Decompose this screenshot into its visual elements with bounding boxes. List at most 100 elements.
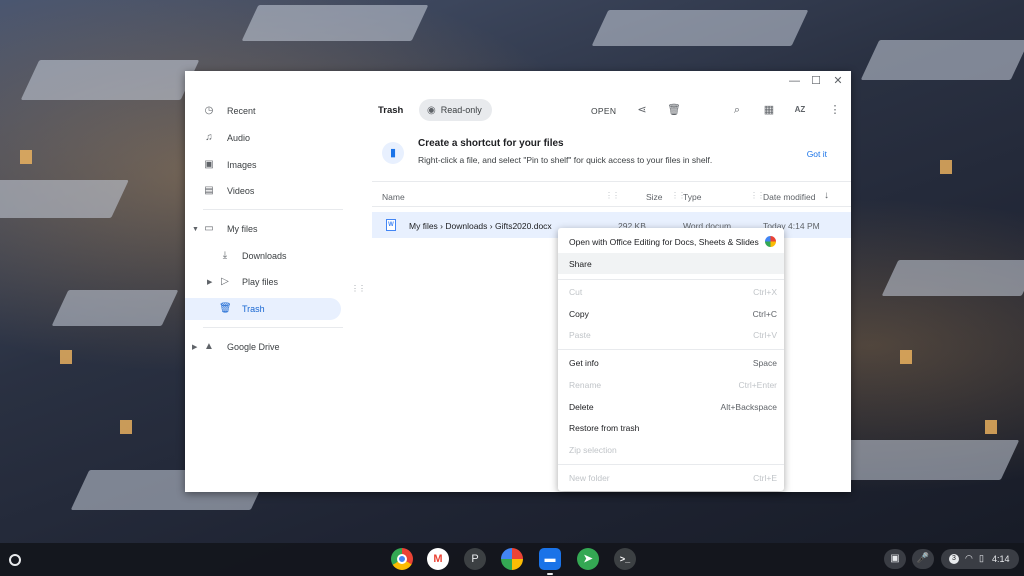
got-it-button[interactable]: Got it <box>807 149 827 159</box>
sidebar: ◷ Recent ♫ Audio ▣ Images ▤ Videos ▼ ▭ M… <box>185 97 345 492</box>
sidebar-item-label: My files <box>227 224 258 234</box>
menu-item-rename: Rename Ctrl+Enter <box>558 374 784 395</box>
send-icon[interactable]: ➤ <box>577 548 599 570</box>
profile-app-icon[interactable]: P <box>464 548 486 570</box>
sort-icon[interactable]: AZ <box>792 102 808 118</box>
chevron-right-icon[interactable]: ▶ <box>207 278 212 286</box>
shelf: M P ▬ ➤ >_ ▣ 🎤 3 ◠ ▯ 4:14 <box>0 543 1024 576</box>
column-header-date[interactable]: Date modified <box>763 192 815 202</box>
sidebar-item-label: Play files <box>242 277 279 287</box>
sidebar-item-recent[interactable]: ◷ Recent <box>185 100 341 122</box>
sidebar-resize-handle[interactable]: ⋮⋮ <box>351 285 366 293</box>
menu-item-shortcut: Alt+Backspace <box>720 402 777 412</box>
sidebar-item-my-files[interactable]: ▼ ▭ My files <box>185 218 341 240</box>
sidebar-item-label: Trash <box>242 304 265 314</box>
menu-item-open-with[interactable]: Open with Office Editing for Docs, Sheet… <box>558 231 784 252</box>
sidebar-item-label: Recent <box>227 106 256 116</box>
menu-separator <box>558 464 784 465</box>
banner-text: Right-click a file, and select "Pin to s… <box>418 155 713 165</box>
film-icon: ▤ <box>204 185 214 196</box>
file-path: My files › Downloads › Gifts2020.docx <box>409 221 552 231</box>
word-doc-icon: W <box>386 219 396 231</box>
page-title: Trash <box>378 105 404 116</box>
toolbar: Trash ◉ Read-only OPEN ⋖ 🗑 ⌕ ▦ AZ ⋮ <box>372 97 851 123</box>
sidebar-item-play-files[interactable]: ▶ ▷ Play files <box>185 271 341 293</box>
open-button[interactable]: OPEN <box>591 106 616 116</box>
screen-capture-icon[interactable]: ▣ <box>884 549 906 569</box>
minimize-button[interactable]: — <box>789 75 800 87</box>
sidebar-item-videos[interactable]: ▤ Videos <box>185 180 341 202</box>
sidebar-item-label: Images <box>227 160 257 170</box>
sidebar-item-audio[interactable]: ♫ Audio <box>185 127 341 149</box>
shortcut-banner: ▮ Create a shortcut for your files Right… <box>372 130 851 182</box>
menu-item-restore-from-trash[interactable]: Restore from trash <box>558 417 784 438</box>
search-icon[interactable]: ⌕ <box>729 102 745 118</box>
menu-item-get-info[interactable]: Get info Space <box>558 352 784 373</box>
column-headers: Name ⋮⋮ Size ⋮⋮ Type ⋮⋮ Date modified ↓ <box>372 185 851 207</box>
menu-item-label: Zip selection <box>569 445 617 455</box>
launcher-button[interactable] <box>9 554 21 566</box>
battery-icon: ▯ <box>979 553 984 563</box>
sidebar-item-label: Videos <box>227 186 255 196</box>
share-icon[interactable]: ⋖ <box>634 102 650 118</box>
column-resize-handle[interactable]: ⋮⋮ <box>750 191 765 200</box>
delete-icon[interactable]: 🗑 <box>666 102 682 118</box>
sidebar-item-trash[interactable]: 🗑 Trash <box>185 298 341 320</box>
microphone-icon[interactable]: 🎤 <box>912 549 934 569</box>
photos-icon[interactable] <box>501 548 523 570</box>
menu-item-label: Open with Office Editing for Docs, Sheet… <box>569 237 759 247</box>
play-store-icon: ▷ <box>221 276 229 287</box>
files-icon[interactable]: ▬ <box>539 548 561 570</box>
chevron-right-icon[interactable]: ▶ <box>192 343 197 351</box>
menu-item-zip-selection: Zip selection <box>558 439 784 460</box>
column-header-size[interactable]: Size <box>646 192 663 202</box>
sidebar-item-images[interactable]: ▣ Images <box>185 154 341 176</box>
column-resize-handle[interactable]: ⋮⋮ <box>605 191 620 200</box>
menu-item-shortcut: Ctrl+C <box>752 309 777 319</box>
laptop-icon: ▭ <box>204 223 214 234</box>
menu-item-shortcut: Ctrl+V <box>753 330 777 340</box>
terminal-icon[interactable]: >_ <box>614 548 636 570</box>
sidebar-divider <box>203 209 343 210</box>
menu-item-shortcut: Ctrl+E <box>753 473 777 483</box>
image-icon: ▣ <box>204 159 214 170</box>
menu-separator <box>558 279 784 280</box>
status-area[interactable]: 3 ◠ ▯ 4:14 <box>941 549 1019 569</box>
wifi-icon: ◠ <box>965 553 973 563</box>
clock-icon: ◷ <box>204 105 214 116</box>
notification-badge: 3 <box>949 554 959 564</box>
sidebar-item-downloads[interactable]: ⤓ Downloads <box>185 245 341 267</box>
menu-item-label: Get info <box>569 358 599 368</box>
menu-item-share[interactable]: Share <box>558 253 784 274</box>
chrome-icon[interactable] <box>391 548 413 570</box>
menu-item-cut: Cut Ctrl+X <box>558 281 784 302</box>
menu-item-delete[interactable]: Delete Alt+Backspace <box>558 396 784 417</box>
window-controls: — ☐ ✕ <box>789 75 843 87</box>
sidebar-divider <box>203 327 343 328</box>
active-app-indicator <box>547 573 553 575</box>
menu-separator <box>558 349 784 350</box>
trash-icon: 🗑 <box>219 303 232 314</box>
more-options-icon[interactable]: ⋮ <box>827 102 843 118</box>
column-header-name[interactable]: Name <box>382 192 405 202</box>
gmail-icon[interactable]: M <box>427 548 449 570</box>
menu-item-shortcut: Ctrl+X <box>753 287 777 297</box>
menu-item-copy[interactable]: Copy Ctrl+C <box>558 303 784 324</box>
chevron-down-icon[interactable]: ▼ <box>192 226 199 233</box>
eye-icon: ◉ <box>427 104 436 116</box>
maximize-button[interactable]: ☐ <box>811 75 821 87</box>
sidebar-item-google-drive[interactable]: ▶ ▲ Google Drive <box>185 336 341 358</box>
menu-item-new-folder: New folder Ctrl+E <box>558 467 784 488</box>
menu-item-shortcut: Ctrl+Enter <box>738 380 778 390</box>
sort-arrow-icon[interactable]: ↓ <box>824 190 829 201</box>
menu-item-label: New folder <box>569 473 610 483</box>
sidebar-item-label: Google Drive <box>227 342 280 352</box>
close-button[interactable]: ✕ <box>833 75 843 87</box>
read-only-chip: ◉ Read-only <box>419 99 492 121</box>
column-header-type[interactable]: Type <box>683 192 701 202</box>
grid-view-icon[interactable]: ▦ <box>761 102 777 118</box>
menu-item-label: Delete <box>569 402 594 412</box>
menu-item-paste: Paste Ctrl+V <box>558 324 784 345</box>
read-only-label: Read-only <box>440 105 482 115</box>
context-menu: Open with Office Editing for Docs, Sheet… <box>558 228 784 491</box>
